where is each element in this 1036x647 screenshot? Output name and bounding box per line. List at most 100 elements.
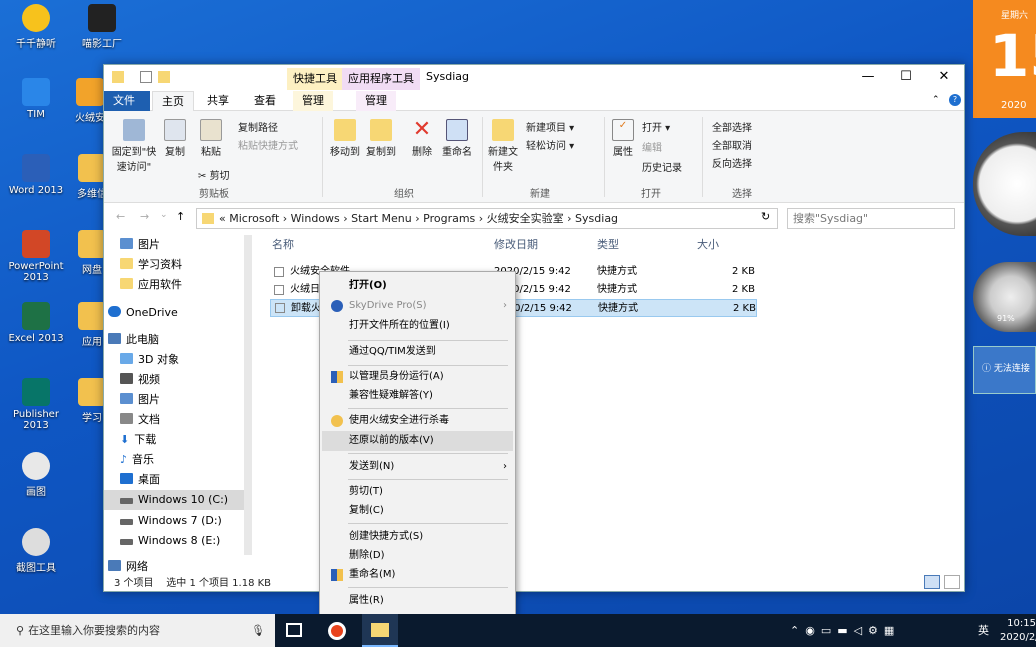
copy-to-button[interactable]: 复制到 xyxy=(364,119,398,158)
nav-item-music[interactable]: ♪ 音乐 xyxy=(120,450,154,470)
tray-clock[interactable]: 10:15 2020/2/ xyxy=(1000,617,1036,645)
menu-run-as-admin[interactable]: 以管理员身份运行(A) xyxy=(322,367,513,387)
select-none-button[interactable]: 全部取消 xyxy=(712,137,752,152)
details-view-icon[interactable] xyxy=(924,575,940,589)
nav-item-pictures[interactable]: 图片 xyxy=(120,390,160,410)
close-button[interactable]: ✕ xyxy=(925,65,963,89)
menu-rename[interactable]: 重命名(M) xyxy=(322,565,513,585)
nav-item-pictures-pinned[interactable]: 图片 xyxy=(120,235,160,255)
column-name[interactable]: 名称 xyxy=(272,235,294,255)
menu-cut[interactable]: 剪切(T) xyxy=(322,482,513,502)
menu-send-qq-tim[interactable]: 通过QQ/TIM发送到 xyxy=(322,342,513,362)
tab-file[interactable]: 文件 xyxy=(104,91,150,111)
pin-quick-access-button[interactable]: 固定到"快速访问" xyxy=(108,119,160,173)
column-date[interactable]: 修改日期 xyxy=(494,235,538,255)
desktop-icon-snipping[interactable]: 截图工具 xyxy=(4,528,68,574)
tab-manage-shortcut[interactable]: 管理 xyxy=(293,91,333,111)
title-bar[interactable]: 快捷工具 应用程序工具 Sysdiag — ☐ ✕ xyxy=(104,65,964,91)
select-all-button[interactable]: 全部选择 xyxy=(712,119,752,134)
menu-restore-versions[interactable]: 还原以前的版本(V) xyxy=(322,431,513,451)
nav-item-this-pc[interactable]: 此电脑 xyxy=(108,330,159,350)
nav-item-study[interactable]: 学习资料 xyxy=(120,255,182,275)
cpu-gauge-widget[interactable]: 91% xyxy=(973,262,1036,332)
nav-item-apps[interactable]: 应用软件 xyxy=(120,275,182,295)
minimize-button[interactable]: — xyxy=(849,65,887,89)
move-to-button[interactable]: 移动到 xyxy=(328,119,362,158)
large-icons-view-icon[interactable] xyxy=(944,575,960,589)
desktop-icon-excel[interactable]: Excel 2013 xyxy=(4,302,68,344)
refresh-icon[interactable]: ↻ xyxy=(761,210,770,223)
menu-send-to[interactable]: 发送到(N) › xyxy=(322,457,513,477)
desktop-icon-publisher[interactable]: Publisher 2013 xyxy=(4,378,68,431)
delete-button[interactable]: ✕ 删除 xyxy=(408,119,436,159)
tab-home[interactable]: 主页 xyxy=(152,91,194,111)
input-language[interactable]: 英 xyxy=(978,614,989,647)
menu-skydrive-pro[interactable]: SkyDrive Pro(S) › xyxy=(322,296,513,316)
up-arrow-icon[interactable]: ↑ xyxy=(176,210,185,223)
taskbar-search-input[interactable]: ⚲ 在这里输入你要搜索的内容 🎙 xyxy=(0,614,275,647)
calendar-widget[interactable]: 星期六 15 2020 xyxy=(973,0,1036,118)
paste-shortcut-button[interactable]: 粘贴快捷方式 xyxy=(238,137,298,152)
clock-widget[interactable] xyxy=(973,132,1036,236)
open-button[interactable]: 打开 ▾ xyxy=(642,119,670,134)
tab-share[interactable]: 共享 xyxy=(198,91,238,111)
nav-item-videos[interactable]: 视频 xyxy=(120,370,160,390)
desktop-icon-qianqian[interactable]: 千千静听 xyxy=(4,4,68,50)
menu-delete[interactable]: 删除(D) xyxy=(322,546,513,566)
forward-arrow-icon[interactable]: → xyxy=(140,210,149,223)
nav-item-onedrive[interactable]: OneDrive xyxy=(108,303,178,323)
menu-copy[interactable]: 复制(C) xyxy=(322,501,513,521)
microphone-icon[interactable]: 🎙 xyxy=(251,614,265,647)
tray-icons[interactable]: ⌃◉▭▬◁⚙▦ xyxy=(790,614,900,647)
chevron-up-icon[interactable]: ⌃ xyxy=(932,95,940,105)
nav-item-drive-c[interactable]: Windows 10 (C:) xyxy=(104,490,244,510)
column-type[interactable]: 类型 xyxy=(597,235,619,255)
tab-view[interactable]: 查看 xyxy=(245,91,285,111)
properties-icon[interactable] xyxy=(140,71,152,83)
nav-item-3d[interactable]: 3D 对象 xyxy=(120,350,179,370)
nav-item-drive-e[interactable]: Windows 8 (E:) xyxy=(120,531,220,551)
properties-button[interactable]: ✓ 属性 xyxy=(608,119,638,158)
network-widget[interactable]: ⓘ 无法连接 xyxy=(973,346,1036,394)
recorder-app-icon[interactable] xyxy=(328,622,346,640)
nav-item-drive-d[interactable]: Windows 7 (D:) xyxy=(120,511,222,531)
desktop-icon-word[interactable]: Word 2013 xyxy=(4,154,68,196)
maximize-button[interactable]: ☐ xyxy=(887,65,925,89)
nav-item-documents[interactable]: 文档 xyxy=(120,410,160,430)
column-size[interactable]: 大小 xyxy=(697,235,719,255)
cut-button[interactable]: ✂ 剪切 xyxy=(198,167,230,182)
menu-compat-troubleshoot[interactable]: 兼容性疑难解答(Y) xyxy=(322,386,513,406)
help-icon[interactable]: ? xyxy=(949,94,961,106)
back-arrow-icon[interactable]: ← xyxy=(116,210,125,223)
address-bar[interactable]: « Microsoft › Windows › Start Menu › Pro… xyxy=(196,208,778,229)
history-button[interactable]: 历史记录 xyxy=(642,159,682,174)
new-folder-button[interactable]: 新建文件夹 xyxy=(486,119,520,173)
task-view-icon[interactable] xyxy=(286,623,302,637)
invert-selection-button[interactable]: 反向选择 xyxy=(712,155,752,170)
nav-scrollbar[interactable] xyxy=(244,235,252,555)
copy-button[interactable]: 复制 xyxy=(160,119,190,158)
new-item-button[interactable]: 新建项目 ▾ xyxy=(526,119,574,134)
menu-open[interactable]: 打开(O) xyxy=(322,276,513,296)
desktop-icon-powerpoint[interactable]: PowerPoint 2013 xyxy=(4,230,68,283)
new-folder-icon[interactable] xyxy=(158,71,170,83)
tab-manage-app[interactable]: 管理 xyxy=(356,91,396,111)
explorer-app-icon[interactable] xyxy=(362,614,398,647)
nav-item-downloads[interactable]: ⬇ 下载 xyxy=(120,430,156,450)
search-input[interactable]: 搜索"Sysdiag" xyxy=(787,208,955,229)
quick-access-toolbar[interactable] xyxy=(112,71,182,85)
desktop-icon-miaoying[interactable]: 喵影工厂 xyxy=(70,4,134,50)
nav-item-desktop[interactable]: 桌面 xyxy=(120,470,160,490)
easy-access-button[interactable]: 轻松访问 ▾ xyxy=(526,137,574,152)
recent-chevron-icon[interactable]: ⌄ xyxy=(160,210,168,220)
rename-button[interactable]: 重命名 xyxy=(440,119,474,158)
paste-button[interactable]: 粘贴 xyxy=(196,119,226,158)
copy-path-button[interactable]: 复制路径 xyxy=(238,119,278,134)
menu-huorong-scan[interactable]: 使用火绒安全进行杀毒 xyxy=(322,411,513,431)
edit-button[interactable]: 编辑 xyxy=(642,139,662,154)
menu-open-location[interactable]: 打开文件所在的位置(I) xyxy=(322,316,513,336)
menu-create-shortcut[interactable]: 创建快捷方式(S) xyxy=(322,527,513,547)
menu-properties[interactable]: 属性(R) xyxy=(322,591,513,611)
explorer-window[interactable]: 快捷工具 应用程序工具 Sysdiag — ☐ ✕ 文件 主页 共享 查看 管理… xyxy=(103,64,965,592)
desktop-icon-paint[interactable]: 画图 xyxy=(4,452,68,498)
